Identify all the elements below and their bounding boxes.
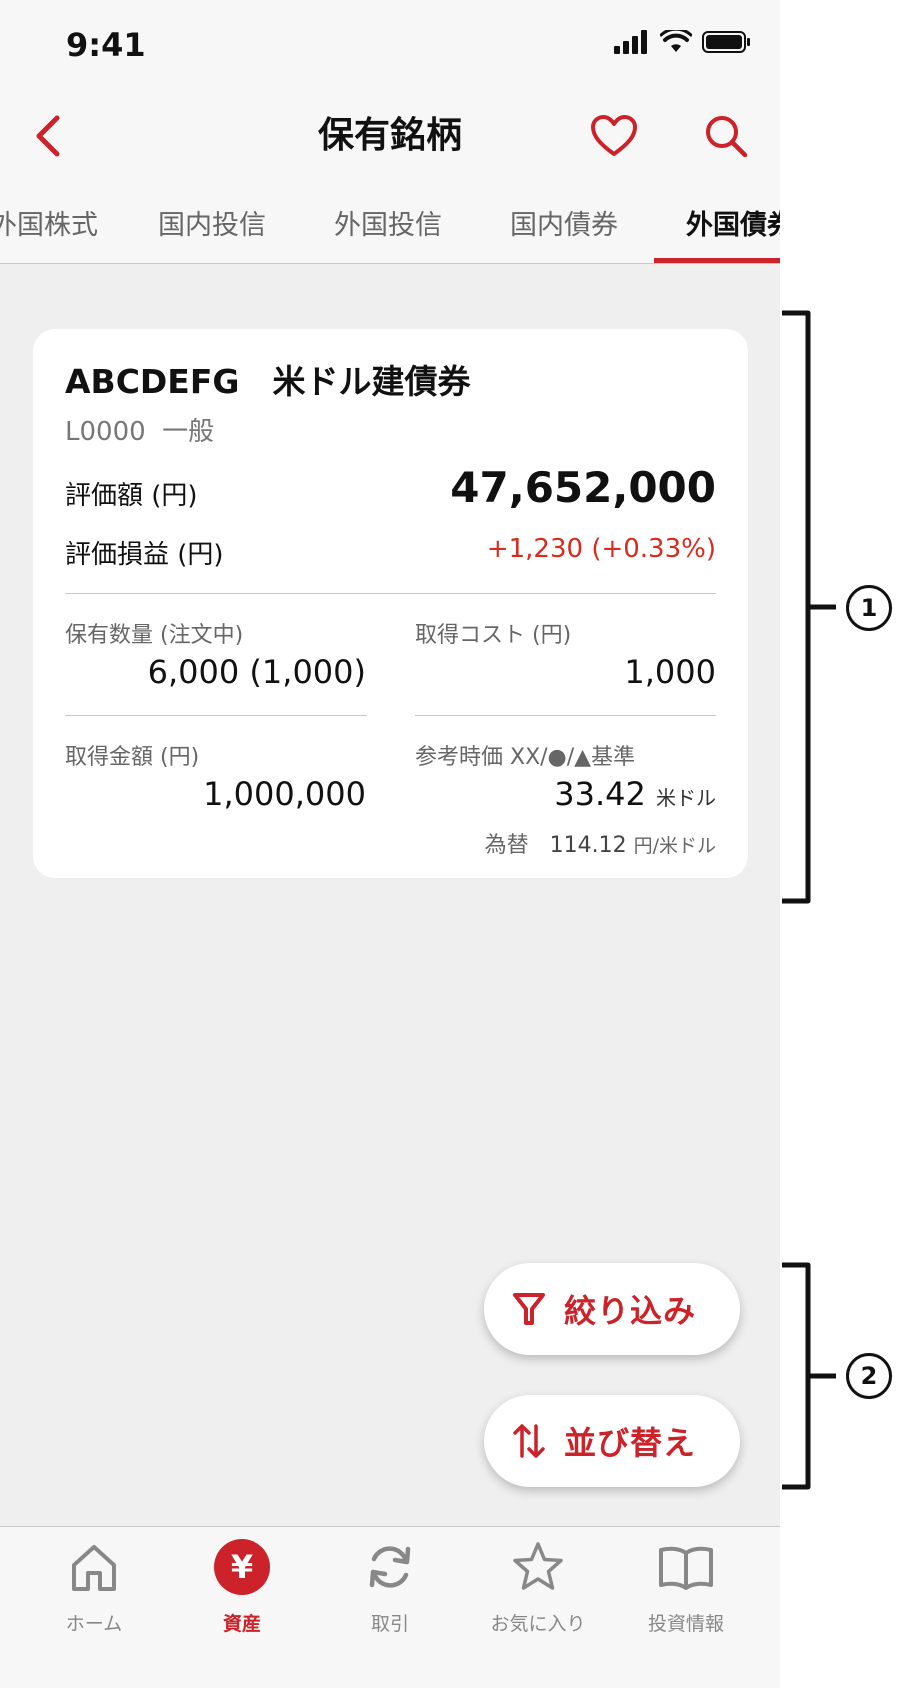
search-button[interactable] bbox=[694, 104, 758, 168]
exchange-rate-unit: 円/米ドル bbox=[633, 835, 716, 857]
quantity-label: 保有数量 (注文中) bbox=[65, 623, 244, 648]
eval-amount-label: 評価額 (円) bbox=[65, 481, 198, 511]
signal-icon bbox=[614, 30, 647, 54]
tab-domestic-bonds[interactable]: 国内債券 bbox=[510, 180, 618, 263]
reference-price-unit: 米ドル bbox=[656, 786, 716, 810]
battery-icon bbox=[702, 31, 750, 53]
bottom-tab-info[interactable]: 投資情報 bbox=[612, 1537, 760, 1647]
home-icon bbox=[64, 1537, 124, 1597]
page-title: 保有銘柄 bbox=[317, 115, 462, 156]
eval-pl-label: 評価損益 (円) bbox=[65, 540, 224, 570]
bottom-tab-label: 取引 bbox=[370, 1613, 409, 1635]
callout-marker: 1 bbox=[846, 585, 892, 631]
reference-price-label: 参考時価 XX/●/▲基準 bbox=[415, 745, 636, 770]
tab-foreign-bonds[interactable]: 外国債券 bbox=[686, 180, 780, 263]
annotation-bracket-1 bbox=[782, 310, 836, 904]
search-icon bbox=[706, 116, 748, 158]
status-icons bbox=[614, 30, 752, 54]
wifi-icon bbox=[660, 30, 692, 52]
reference-price-value: 33.42 bbox=[554, 775, 646, 813]
favorite-button[interactable] bbox=[582, 104, 646, 168]
sort-button[interactable]: 並び替え bbox=[484, 1395, 740, 1487]
divider bbox=[65, 715, 367, 716]
cost-label: 取得コスト (円) bbox=[415, 623, 572, 648]
bottom-tab-label: 資産 bbox=[222, 1613, 261, 1635]
sort-icon bbox=[513, 1424, 545, 1458]
exchange-rate-label: 為替 bbox=[484, 833, 529, 858]
active-tab-indicator bbox=[654, 258, 780, 263]
book-icon bbox=[656, 1537, 716, 1597]
eval-pl-value: +1,230 (+0.33%) bbox=[486, 534, 716, 564]
eval-amount-value: 47,652,000 bbox=[450, 463, 716, 512]
annotation-bracket-2 bbox=[782, 1262, 836, 1490]
star-icon bbox=[508, 1537, 568, 1597]
divider bbox=[65, 593, 716, 594]
security-name: ABCDEFG 米ドル建債券 bbox=[65, 362, 471, 401]
cost-value: 1,000 bbox=[624, 653, 716, 691]
filter-icon bbox=[513, 1293, 545, 1325]
bottom-tab-label: お気に入り bbox=[490, 1613, 586, 1635]
account-type: L0000 一般 bbox=[65, 417, 215, 447]
bottom-tab-label: ホーム bbox=[65, 1613, 123, 1635]
divider bbox=[415, 715, 716, 716]
reference-price: 33.42 米ドル bbox=[554, 775, 716, 813]
holding-card[interactable]: ABCDEFG 米ドル建債券 L0000 一般 評価額 (円) 47,652,0… bbox=[33, 329, 748, 878]
tab-foreign-stocks[interactable]: 外国株式 bbox=[0, 180, 98, 263]
status-bar: 9:41 bbox=[0, 0, 780, 92]
navigation-bar: 保有銘柄 bbox=[0, 92, 780, 180]
phone-screen: 9:41 保有銘柄 外国株式 国内投信 外国投信 国内債券 外国債 ABCDEF… bbox=[0, 0, 780, 1688]
tab-domestic-funds[interactable]: 国内投信 bbox=[158, 180, 266, 263]
tab-foreign-funds[interactable]: 外国投信 bbox=[334, 180, 442, 263]
bottom-tab-assets[interactable]: ¥ 資産 bbox=[168, 1537, 316, 1647]
status-time: 9:41 bbox=[66, 26, 146, 64]
yen-icon: ¥ bbox=[212, 1537, 272, 1597]
exchange-rate: 為替 114.12 円/米ドル bbox=[485, 827, 716, 859]
bottom-tab-favorites[interactable]: お気に入り bbox=[464, 1537, 612, 1647]
acquisition-amount-label: 取得金額 (円) bbox=[65, 745, 200, 770]
callout-marker: 2 bbox=[846, 1353, 892, 1399]
category-tabs: 外国株式 国内投信 外国投信 国内債券 外国債券 bbox=[0, 180, 780, 264]
refresh-icon bbox=[360, 1537, 420, 1597]
exchange-rate-value: 114.12 bbox=[549, 833, 627, 858]
bottom-tab-label: 投資情報 bbox=[647, 1613, 724, 1635]
filter-button[interactable]: 絞り込み bbox=[484, 1263, 740, 1355]
bottom-tab-home[interactable]: ホーム bbox=[20, 1537, 168, 1647]
bottom-tab-trade[interactable]: 取引 bbox=[316, 1537, 464, 1647]
acquisition-amount-value: 1,000,000 bbox=[203, 775, 366, 813]
bottom-tab-bar: ホーム ¥ 資産 取引 お気に入り 投資情報 bbox=[0, 1526, 780, 1688]
quantity-value: 6,000 (1,000) bbox=[147, 653, 366, 691]
sort-label: 並び替え bbox=[564, 1424, 697, 1462]
filter-label: 絞り込み bbox=[564, 1292, 697, 1330]
heart-icon bbox=[591, 115, 637, 156]
